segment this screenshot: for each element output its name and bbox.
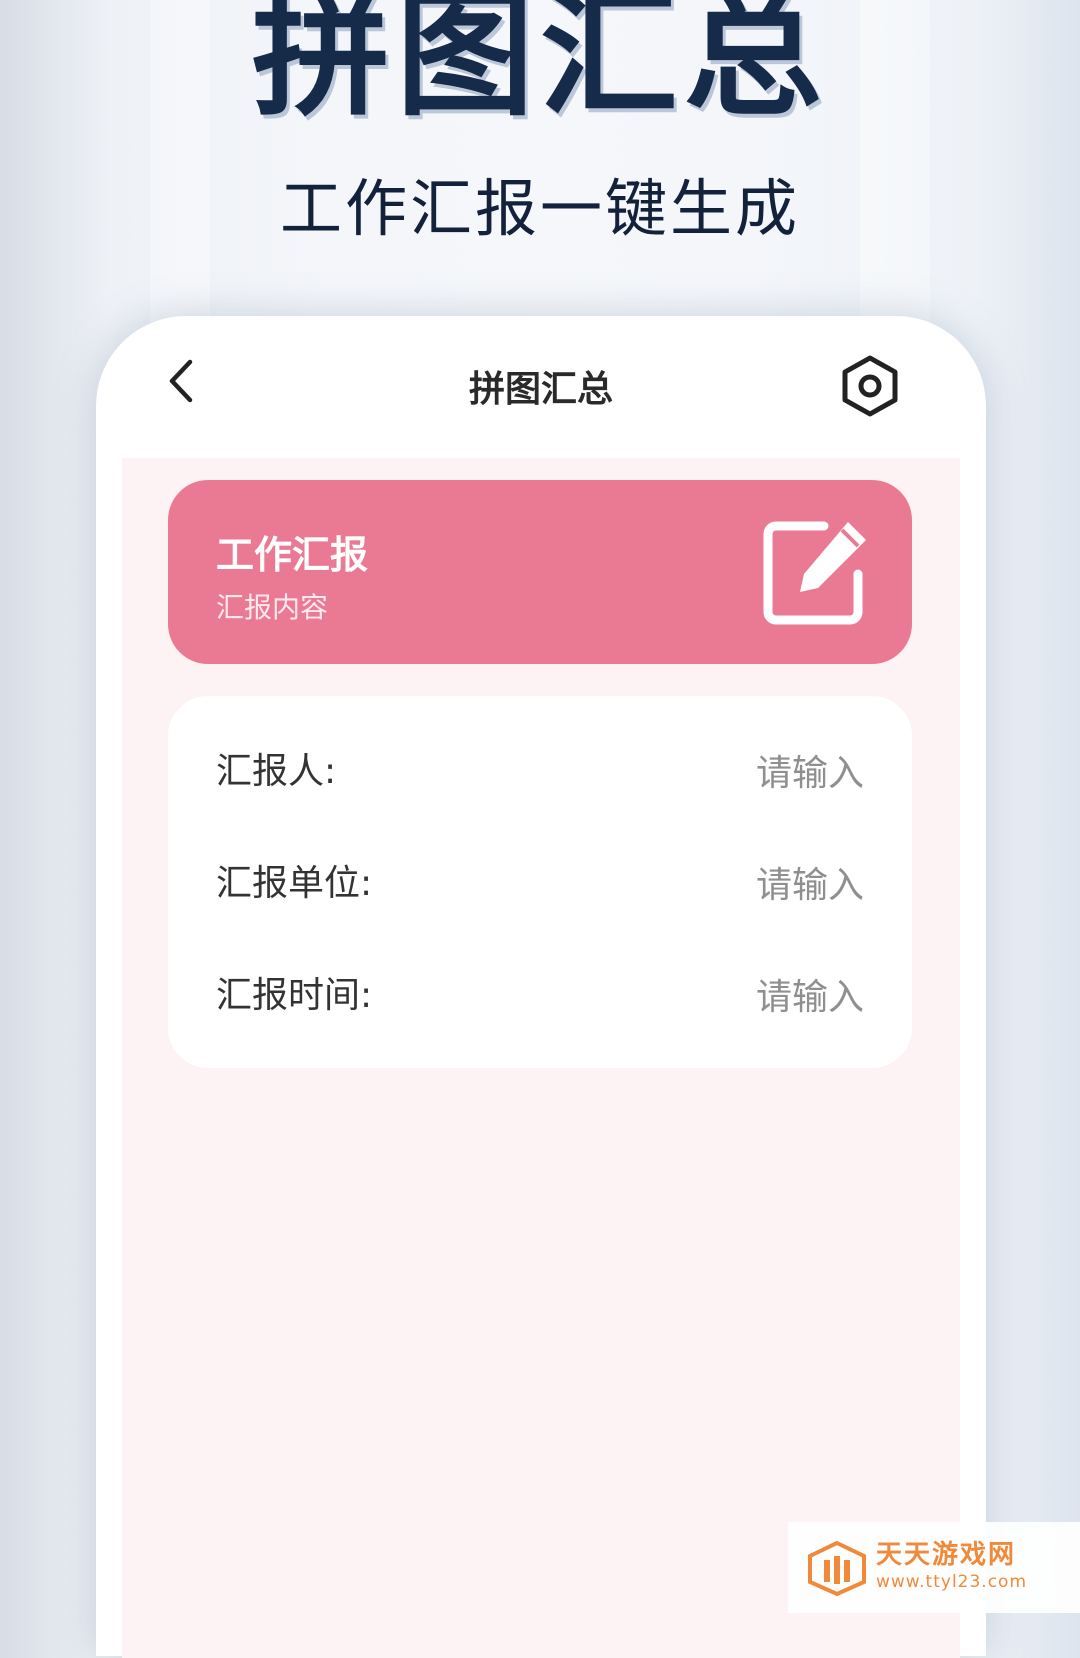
- watermark-url: www.ttyl23.com: [876, 1572, 1028, 1592]
- report-card[interactable]: 工作汇报 汇报内容: [168, 480, 912, 664]
- report-form: 汇报人: 汇报单位: 汇报时间:: [168, 696, 912, 1068]
- unit-input[interactable]: [562, 854, 866, 916]
- form-row-time: 汇报时间:: [216, 966, 866, 1028]
- phone-frame: 拼图汇总 工作汇报 汇报内容 汇报人: 请输入 汇报单位: 请输入 汇报时间: …: [96, 316, 986, 1658]
- app-body: 工作汇报 汇报内容 汇报人: 汇报单位: 汇报时间:: [122, 458, 960, 1658]
- time-input[interactable]: [562, 966, 866, 1028]
- hexagon-settings-icon[interactable]: [840, 354, 900, 418]
- form-row-unit: 汇报单位:: [216, 854, 866, 916]
- app-header: 拼图汇总: [96, 316, 986, 456]
- watermark-logo-icon: [806, 1540, 868, 1597]
- reporter-label: 汇报人:: [216, 751, 337, 792]
- report-card-subtitle: 汇报内容: [216, 591, 329, 624]
- report-card-title: 工作汇报: [216, 533, 369, 577]
- watermark: 天天游戏网 www.ttyl23.com: [788, 1522, 1080, 1613]
- promo-subtitle: 工作汇报一键生成: [279, 172, 800, 245]
- time-label: 汇报时间:: [216, 975, 373, 1016]
- unit-label: 汇报单位:: [216, 863, 373, 904]
- edit-icon: [762, 516, 878, 628]
- watermark-name: 天天游戏网: [876, 1540, 1017, 1570]
- promo-title: 拼图汇总: [251, 0, 828, 135]
- form-row-reporter: 汇报人:: [216, 742, 866, 804]
- reporter-input[interactable]: [562, 742, 866, 804]
